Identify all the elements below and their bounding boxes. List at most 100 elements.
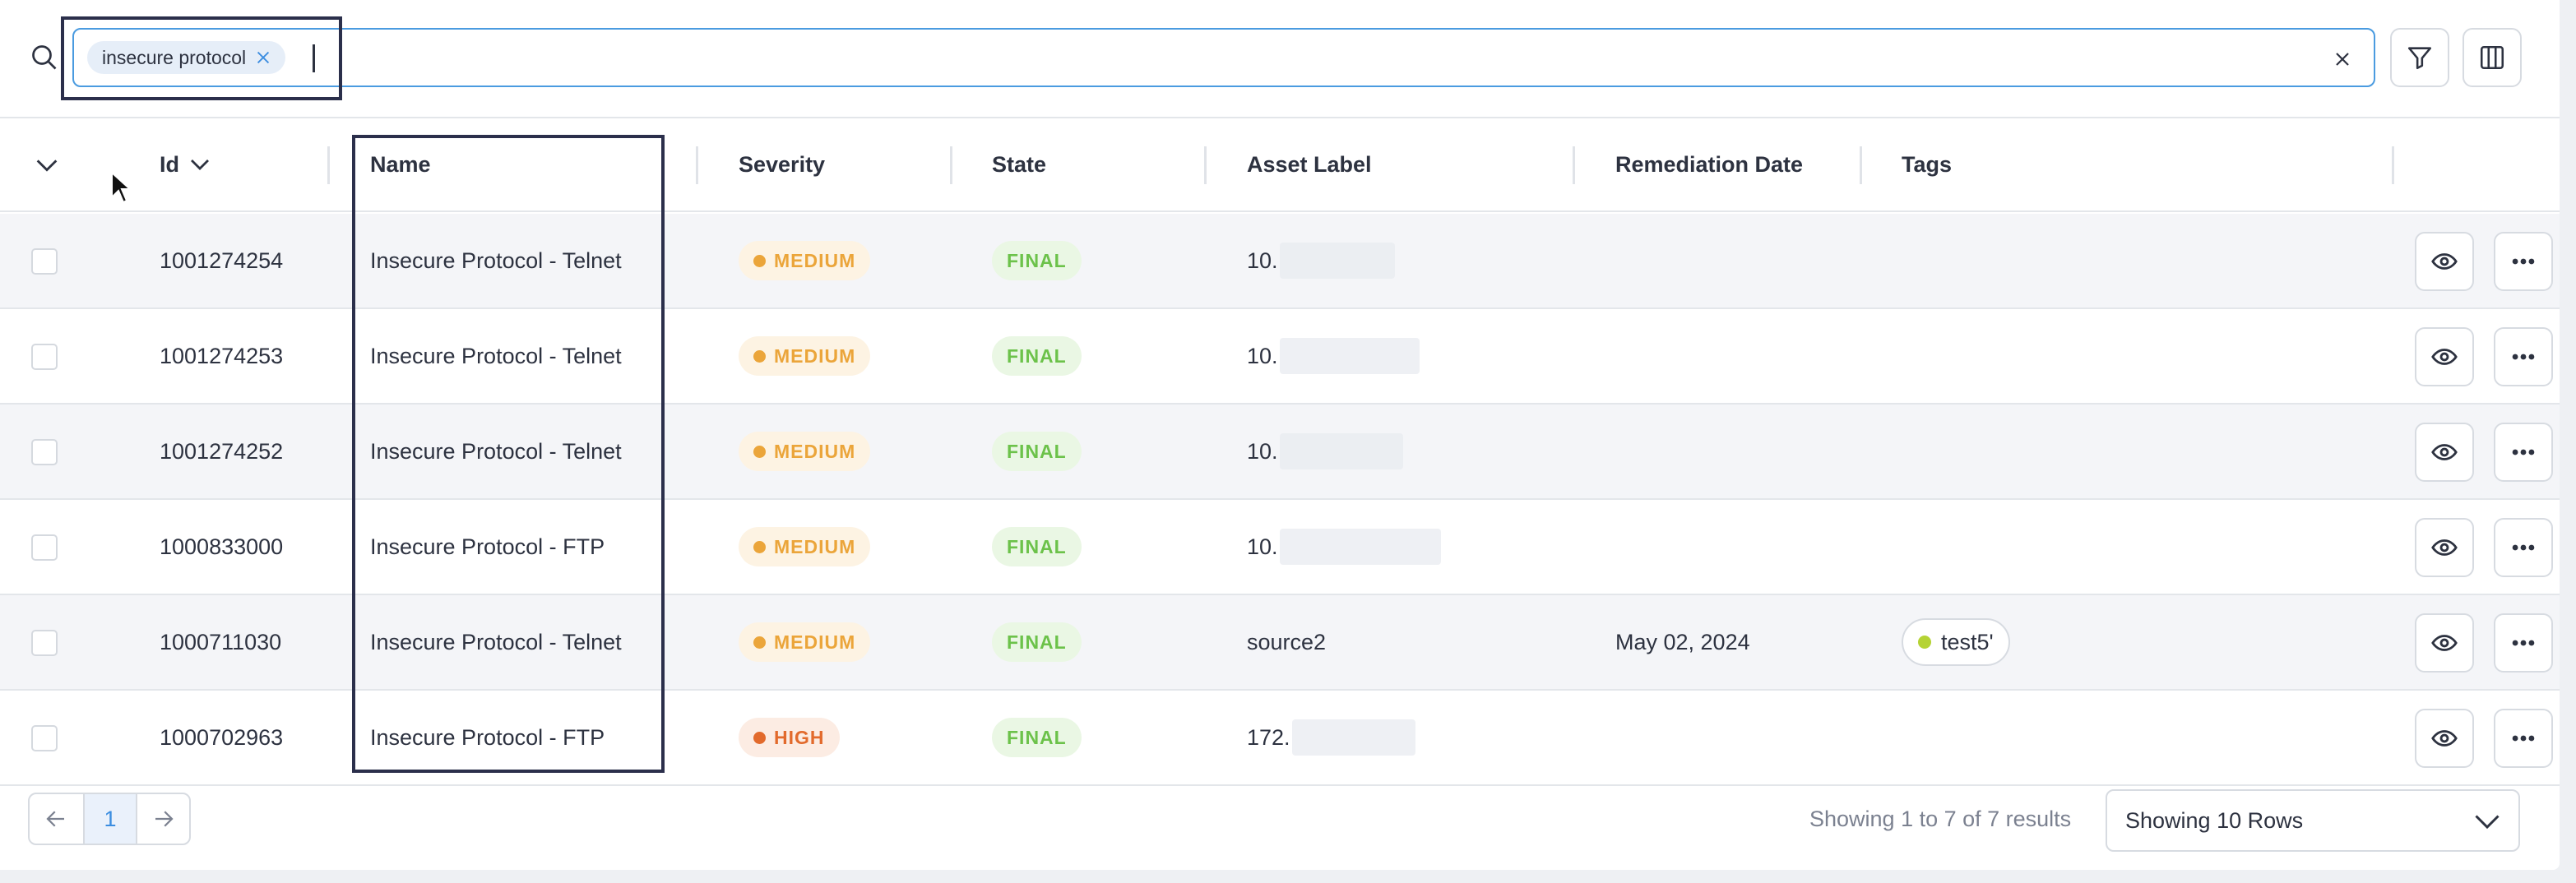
row-id: 1000833000 [160, 534, 284, 559]
state-badge: FINAL [992, 622, 1082, 662]
mouse-cursor-icon [111, 171, 132, 204]
more-actions-button[interactable] [2494, 423, 2553, 482]
severity-label: MEDIUM [774, 535, 856, 557]
severity-dot [753, 731, 766, 744]
more-horizontal-icon [2512, 640, 2535, 646]
table-row[interactable]: 1000711030 Insecure Protocol - Telnet MEDI… [0, 595, 2560, 691]
state-badge: FINAL [992, 241, 1082, 280]
redacted-block [1279, 338, 1420, 374]
row-asset-label: 172. [1247, 691, 1415, 784]
prev-page-button[interactable] [30, 794, 83, 844]
more-actions-button[interactable] [2494, 327, 2553, 386]
chip-remove-icon[interactable] [254, 49, 272, 67]
chevron-down-icon [2475, 815, 2500, 830]
view-button[interactable] [2415, 327, 2474, 386]
row-checkbox[interactable] [31, 248, 58, 275]
row-checkbox[interactable] [31, 630, 58, 656]
view-button[interactable] [2415, 709, 2474, 768]
more-actions-button[interactable] [2494, 518, 2553, 577]
view-button[interactable] [2415, 613, 2474, 673]
row-name[interactable]: Insecure Protocol - FTP [370, 691, 605, 784]
more-actions-button[interactable] [2494, 709, 2553, 768]
row-checkbox[interactable] [31, 534, 58, 561]
row-asset-label: 10. [1247, 500, 1441, 594]
asset-label-text: 10. [1247, 247, 1278, 273]
results-count: Showing 1 to 7 of 7 results [1809, 806, 2072, 831]
tag-chip[interactable]: test5' [1902, 618, 2010, 666]
page-number-button[interactable]: 1 [82, 794, 137, 844]
columns-icon [2480, 45, 2504, 70]
asset-label-text: 10. [1247, 438, 1278, 464]
state-badge: FINAL [992, 718, 1082, 757]
pagination: 1 [28, 793, 191, 845]
row-checkbox[interactable] [31, 439, 58, 465]
view-button[interactable] [2415, 518, 2474, 577]
row-name[interactable]: Insecure Protocol - Telnet [370, 405, 622, 498]
column-resizer[interactable] [1573, 146, 1575, 184]
expand-all-chevron-icon[interactable] [33, 151, 61, 179]
severity-badge: MEDIUM [739, 336, 871, 376]
column-resizer[interactable] [1204, 146, 1207, 184]
asset-label-text: 10. [1247, 343, 1278, 368]
table-row[interactable]: 1000702963 Insecure Protocol - FTP HIGH FIN… [0, 691, 2560, 786]
view-button[interactable] [2415, 232, 2474, 291]
rows-per-page-label: Showing 10 Rows [2125, 807, 2304, 833]
row-checkbox[interactable] [31, 344, 58, 370]
column-header-name[interactable]: Name [370, 118, 431, 210]
severity-badge: MEDIUM [739, 432, 871, 471]
rows-per-page-select[interactable]: Showing 10 Rows [2106, 789, 2520, 852]
state-badge: FINAL [992, 527, 1082, 566]
severity-dot [753, 349, 766, 363]
row-id: 1000702963 [160, 724, 284, 750]
more-horizontal-icon [2512, 544, 2535, 551]
row-tags: test5' [1902, 595, 2010, 689]
column-header-id[interactable]: Id [160, 118, 212, 210]
search-chip-label: insecure protocol [102, 46, 247, 68]
severity-label: MEDIUM [774, 440, 856, 462]
sort-chevron-down-icon[interactable] [188, 152, 212, 177]
column-header-severity[interactable]: Severity [739, 118, 825, 210]
redacted-block [1279, 433, 1403, 469]
row-name[interactable]: Insecure Protocol - Telnet [370, 309, 622, 403]
clear-search-icon[interactable] [2333, 49, 2352, 69]
row-checkbox[interactable] [31, 725, 58, 751]
row-name[interactable]: Insecure Protocol - FTP [370, 500, 605, 594]
tag-dot [1918, 636, 1931, 649]
severity-badge: MEDIUM [739, 622, 871, 662]
table-row[interactable]: 1001274254 Insecure Protocol - Telnet MEDI… [0, 214, 2560, 309]
column-header-remediation-date[interactable]: Remediation Date [1615, 118, 1803, 210]
more-actions-button[interactable] [2494, 232, 2553, 291]
table-row[interactable]: 1001274252 Insecure Protocol - Telnet MEDI… [0, 405, 2560, 500]
column-resizer[interactable] [950, 146, 952, 184]
severity-dot [753, 254, 766, 267]
next-page-button[interactable] [136, 794, 189, 844]
column-header-state[interactable]: State [992, 118, 1046, 210]
column-header-asset-label[interactable]: Asset Label [1247, 118, 1372, 210]
text-caret [313, 44, 315, 72]
eye-icon [2431, 539, 2458, 556]
eye-icon [2431, 444, 2458, 460]
column-resizer[interactable] [327, 146, 330, 184]
column-resizer[interactable] [696, 146, 698, 184]
row-name[interactable]: Insecure Protocol - Telnet [370, 214, 622, 307]
view-button[interactable] [2415, 423, 2474, 482]
row-id: 1001274252 [160, 438, 284, 464]
column-header-tags[interactable]: Tags [1902, 118, 1952, 210]
more-actions-button[interactable] [2494, 613, 2553, 673]
eye-icon [2431, 730, 2458, 747]
row-name[interactable]: Insecure Protocol - Telnet [370, 595, 622, 689]
row-asset-label: 10. [1247, 214, 1395, 307]
table-row[interactable]: 1001274253 Insecure Protocol - Telnet MEDI… [0, 309, 2560, 405]
column-resizer[interactable] [2392, 146, 2394, 184]
filter-button[interactable] [2390, 28, 2449, 87]
columns-button[interactable] [2462, 28, 2522, 87]
eye-icon [2431, 635, 2458, 651]
search-icon [32, 45, 57, 70]
asset-label-text: 10. [1247, 534, 1278, 559]
redacted-block [1279, 243, 1395, 279]
search-input[interactable]: insecure protocol [72, 28, 2375, 87]
severity-badge: HIGH [739, 718, 840, 757]
row-remediation-date: May 02, 2024 [1615, 629, 1750, 654]
column-resizer[interactable] [1860, 146, 1862, 184]
table-row[interactable]: 1000833000 Insecure Protocol - FTP MEDIUM F… [0, 500, 2560, 595]
